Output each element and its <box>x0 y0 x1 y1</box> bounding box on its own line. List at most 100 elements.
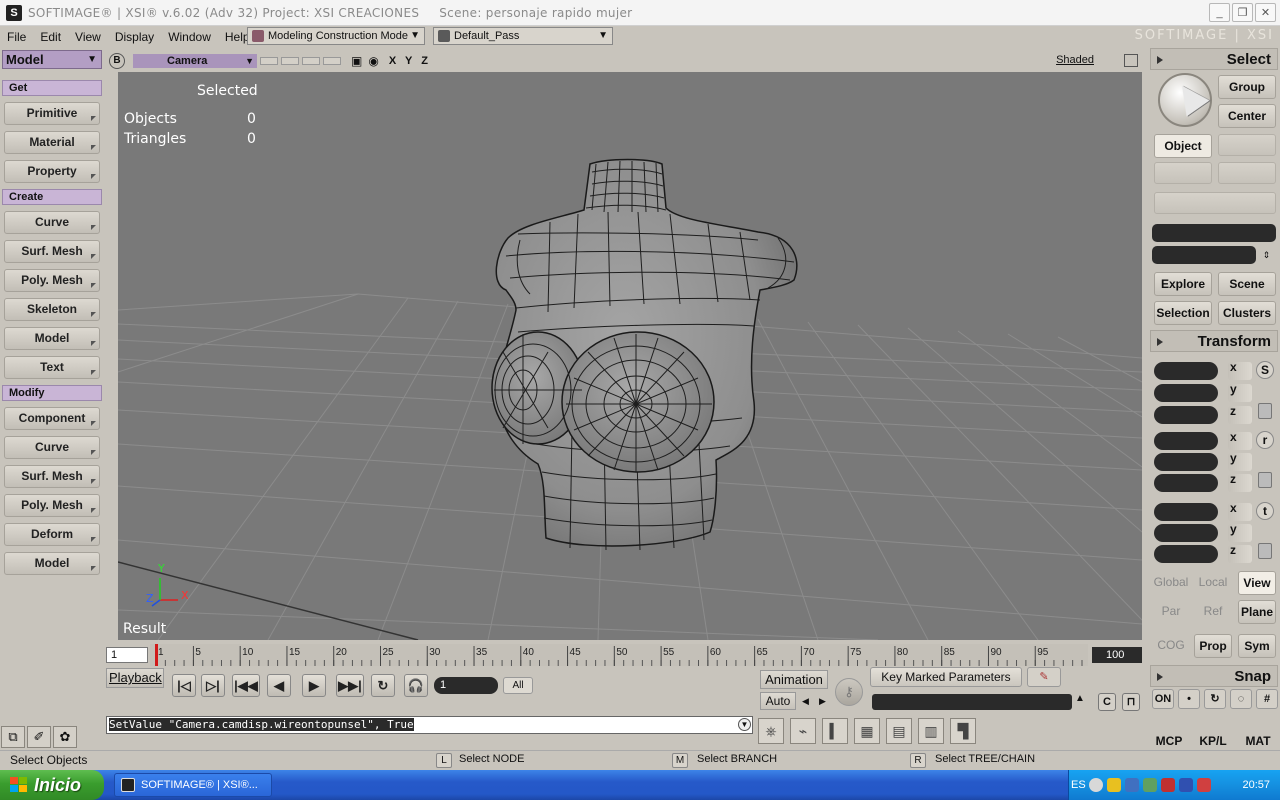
softimage-app-icon[interactable]: S <box>6 4 22 21</box>
snap-panel-header[interactable]: Snap <box>1150 665 1278 687</box>
selection-name-field[interactable] <box>1152 224 1276 242</box>
menu-file[interactable]: File <box>0 30 33 44</box>
fcurve-layout-icon[interactable]: ⌁ <box>790 718 816 744</box>
play-backward-button[interactable]: ◀ <box>267 674 291 697</box>
network-disconnected-icon[interactable] <box>1161 778 1175 792</box>
shield-icon[interactable] <box>1107 778 1121 792</box>
snap-surface-icon[interactable]: ◌ <box>1230 689 1252 709</box>
key-marked-parameters-button[interactable]: Key Marked Parameters <box>870 667 1022 687</box>
timeline-end-field[interactable]: 100 <box>1092 647 1142 663</box>
ref-mode-button[interactable]: Ref <box>1192 600 1234 624</box>
current-frame-field[interactable]: 1 <box>434 677 498 694</box>
translate-tool-button[interactable]: t <box>1256 502 1274 520</box>
rotate-tool-button[interactable]: r <box>1256 431 1274 449</box>
language-indicator[interactable]: ES <box>1071 779 1086 791</box>
section-get[interactable]: Get <box>2 80 102 96</box>
command-line-input[interactable]: SetValue "Camera.camdisp.wireontopunsel"… <box>106 716 753 734</box>
first-frame-button[interactable]: |◀◀ <box>232 674 260 697</box>
minimize-button[interactable]: _ <box>1209 3 1230 22</box>
rotate-lock-icon[interactable] <box>1258 472 1272 488</box>
modify-model-button[interactable]: Model <box>4 552 100 575</box>
create-surf-mesh-button[interactable]: Surf. Mesh <box>4 240 100 263</box>
network-icon[interactable] <box>1125 778 1139 792</box>
translate-x-field[interactable] <box>1154 503 1218 521</box>
loop-button[interactable]: ↻ <box>371 674 395 697</box>
create-skeleton-button[interactable]: Skeleton <box>4 298 100 321</box>
3d-viewport[interactable]: Selected Objects 0 Triangles 0 Result Y … <box>118 72 1142 640</box>
menu-display[interactable]: Display <box>108 30 161 44</box>
plane-mode-button[interactable]: Plane <box>1238 600 1276 624</box>
global-mode-button[interactable]: Global <box>1152 571 1190 595</box>
filter-slot[interactable] <box>1218 162 1276 184</box>
scale-y-field[interactable] <box>1154 384 1218 402</box>
scale-x-field[interactable] <box>1154 362 1218 380</box>
chevron-left-icon[interactable] <box>1089 778 1103 792</box>
create-model-button[interactable]: Model <box>4 327 100 350</box>
section-create[interactable]: Create <box>2 189 102 205</box>
cog-button[interactable]: COG <box>1152 634 1190 658</box>
tools-icon[interactable]: ✐ <box>27 726 51 748</box>
previous-key-button[interactable]: |◁ <box>172 674 196 697</box>
split-view-layout-icon[interactable]: ▤ <box>886 718 912 744</box>
render-pass-dropdown[interactable]: Default_Pass ▼ <box>433 27 613 45</box>
timeline-start-field[interactable]: 1 <box>106 647 148 663</box>
create-text-button[interactable]: Text <box>4 356 100 379</box>
get-material-button[interactable]: Material <box>4 131 100 154</box>
scale-tool-button[interactable]: S <box>1256 361 1274 379</box>
hierarchy-icon[interactable]: ⧉ <box>1 726 25 748</box>
rotate-x-field[interactable] <box>1154 432 1218 450</box>
display-mode-menu[interactable]: Shaded <box>1056 54 1094 66</box>
modify-deform-button[interactable]: Deform <box>4 523 100 546</box>
constraint-button[interactable]: C <box>1098 693 1116 711</box>
section-modify[interactable]: Modify <box>2 385 102 401</box>
script-editor-icon[interactable]: ⎈ <box>758 718 784 744</box>
translate-y-field[interactable] <box>1154 524 1218 542</box>
menu-edit[interactable]: Edit <box>33 30 68 44</box>
scale-lock-icon[interactable] <box>1258 403 1272 419</box>
local-mode-button[interactable]: Local <box>1192 571 1234 595</box>
center-button[interactable]: Center <box>1218 104 1276 128</box>
transform-panel-header[interactable]: Transform <box>1150 330 1278 352</box>
current-frame-marker[interactable] <box>155 644 158 666</box>
modify-surf-mesh-button[interactable]: Surf. Mesh <box>4 465 100 488</box>
taskbar-softimage-window[interactable]: SOFTIMAGE® | XSI®... <box>114 773 272 797</box>
get-primitive-button[interactable]: Primitive <box>4 102 100 125</box>
selection-button[interactable]: Selection <box>1154 301 1212 325</box>
auto-key-button[interactable]: Auto <box>760 692 796 710</box>
par-mode-button[interactable]: Par <box>1152 600 1190 624</box>
all-views-button[interactable]: All <box>503 677 533 694</box>
viewport-memo-slot[interactable] <box>323 57 341 65</box>
viewport-memo-slot[interactable] <box>260 57 278 65</box>
volume-icon[interactable] <box>1143 778 1157 792</box>
marked-parameters-field[interactable] <box>872 694 1072 710</box>
close-button[interactable]: ✕ <box>1255 3 1276 22</box>
translate-lock-icon[interactable] <box>1258 543 1272 559</box>
chevron-up-down-icon[interactable]: ⇕ <box>1260 248 1273 263</box>
modify-component-button[interactable]: Component <box>4 407 100 430</box>
single-view-layout-icon[interactable]: ▍ <box>822 718 848 744</box>
get-property-button[interactable]: Property <box>4 160 100 183</box>
key-icon[interactable]: ⚷ <box>835 678 863 706</box>
triple-view-layout-icon[interactable]: ▜ <box>950 718 976 744</box>
create-poly-mesh-button[interactable]: Poly. Mesh <box>4 269 100 292</box>
playback-menu[interactable]: Playback <box>106 668 164 688</box>
snap-curve-icon[interactable]: ↻ <box>1204 689 1226 709</box>
security-alert-icon[interactable] <box>1197 778 1211 792</box>
prop-button[interactable]: Prop <box>1194 634 1232 658</box>
snap-grid-icon[interactable]: # <box>1256 689 1278 709</box>
filter-slot[interactable] <box>1154 162 1212 184</box>
menu-view[interactable]: View <box>68 30 108 44</box>
filter-slot[interactable] <box>1218 134 1276 156</box>
tab-mat[interactable]: MAT <box>1238 732 1278 750</box>
group-button[interactable]: Group <box>1218 75 1276 99</box>
select-tool-button[interactable] <box>1158 73 1212 127</box>
object-filter-button[interactable]: Object <box>1154 134 1212 158</box>
scale-z-field[interactable] <box>1154 406 1218 424</box>
create-curve-button[interactable]: Curve <box>4 211 100 234</box>
lock-icon[interactable]: ⊓ <box>1122 693 1140 711</box>
menu-window[interactable]: Window <box>161 30 218 44</box>
viewport-memo-slot[interactable] <box>302 57 320 65</box>
snap-point-icon[interactable]: • <box>1178 689 1200 709</box>
camera-dropdown[interactable]: Camera ▼ <box>133 54 257 68</box>
clusters-button[interactable]: Clusters <box>1218 301 1276 325</box>
